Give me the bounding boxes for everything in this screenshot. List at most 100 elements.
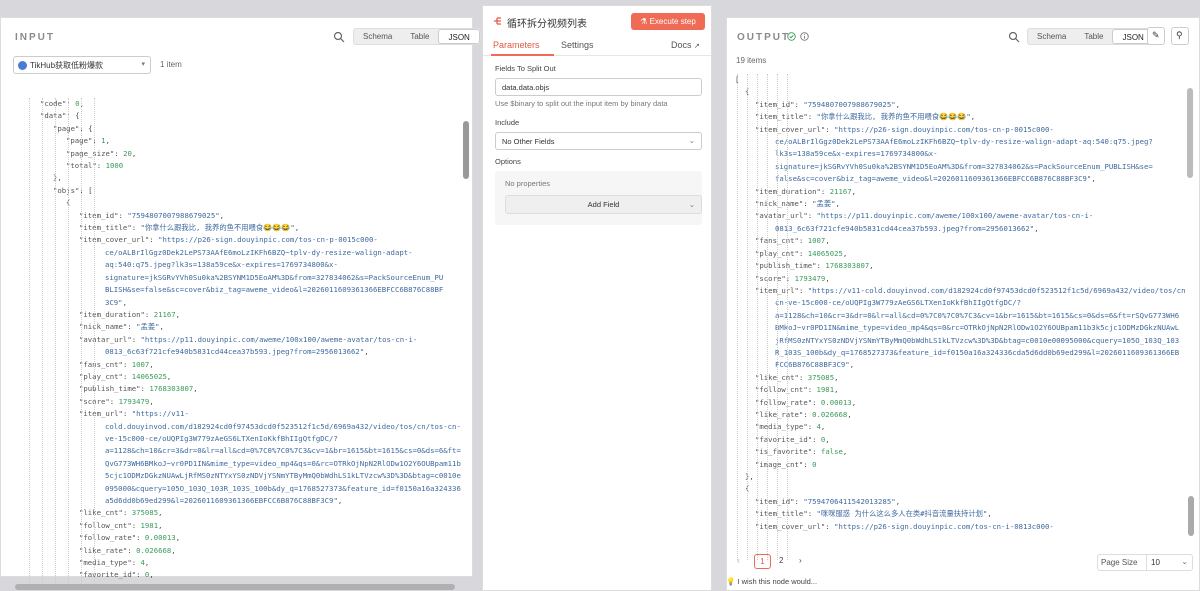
tab-table[interactable]: Table [401, 29, 438, 44]
prev-page-button[interactable]: ‹ [737, 556, 740, 565]
no-properties-text: No properties [505, 179, 551, 188]
json-punct: : [131, 558, 141, 568]
tab-parameters[interactable]: Parameters [493, 40, 540, 50]
json-value: 1793479 [118, 396, 150, 406]
json-punct: , [970, 112, 976, 122]
json-value: 375085 [131, 508, 159, 518]
pin-data-button[interactable]: ⚲ [1171, 27, 1189, 45]
indent-guide [29, 98, 30, 591]
execute-step-label: Execute step [649, 17, 696, 26]
json-value: 3C9" [105, 297, 123, 307]
execute-step-button[interactable]: ⚗ Execute step [631, 13, 705, 30]
json-value: a=1128&ch=10&cr=3&dr=0&lr=all&cd=0%7C0%7… [105, 446, 461, 456]
json-key: "item_title" [755, 112, 808, 122]
json-punct: : [825, 521, 835, 531]
json-value: 0813_6c63f721cfe940b5831cd44cea37b593.jp… [105, 347, 365, 357]
json-punct: : [136, 570, 145, 580]
json-value: "https://p26-sign.douyinpic.com/tos-cn-p… [834, 124, 1054, 134]
json-value: aq:540:q75.jpeg?lk3s=138a59ce&x-expires=… [105, 260, 338, 270]
bulb-icon: 💡 [726, 577, 738, 586]
info-icon[interactable] [800, 32, 809, 41]
input-vertical-scrollbar[interactable] [463, 121, 469, 179]
json-value: "https://v11-cold.douyinvod.com/d182924c… [807, 285, 1185, 295]
json-punct: : [114, 148, 124, 158]
tab-schema[interactable]: Schema [354, 29, 401, 44]
json-key: "follow_rate" [755, 397, 813, 407]
split-node-icon [494, 17, 501, 25]
page-size-select[interactable]: 10 ⌄ [1146, 555, 1192, 570]
json-line: "item_id": "7594807007988679025", [735, 99, 1185, 111]
json-punct: : [807, 385, 817, 395]
fields-to-split-input[interactable]: data.data.objs [495, 78, 702, 96]
json-punct: , [869, 261, 874, 271]
input-node-select[interactable]: TikHub获取低粉爆款 ▾ [13, 56, 151, 74]
json-value: jRfMS0zNTYxYS0zNDVjYSNmYTByMmQ0bWdhLS1kL… [775, 335, 1180, 345]
indent-guide [767, 74, 768, 560]
json-line: "item_duration": 21167, [735, 186, 1185, 198]
json-key: "item_id" [755, 99, 795, 109]
next-page-button[interactable]: › [799, 556, 802, 565]
page-1-button[interactable]: 1 [754, 554, 771, 569]
page-2-button[interactable]: 2 [779, 556, 783, 565]
json-punct: , [835, 199, 840, 209]
input-horizontal-scrollbar[interactable] [15, 584, 455, 590]
json-value: a=1128&ch=10&cr=3&dr=0&lr=all&cd=0%7C0%7… [775, 310, 1180, 320]
tab-schema[interactable]: Schema [1028, 29, 1075, 44]
json-punct: : [798, 285, 808, 295]
json-punct: , [294, 223, 300, 233]
output-vertical-scrollbar[interactable] [1187, 88, 1193, 178]
docs-link[interactable]: Docs ↗ [671, 40, 700, 50]
tab-table[interactable]: Table [1075, 29, 1112, 44]
json-value: "https://p26-sign.douyinpic.com/tos-cn-i… [834, 521, 1054, 531]
json-line: "media_type": 4, [735, 421, 1185, 433]
feedback-link[interactable]: 💡 I wish this node would... [726, 577, 817, 586]
json-value: 1981 [140, 520, 159, 530]
json-line: 0813_6c63f721cfe940b5831cd44cea37b593.jp… [735, 223, 1185, 235]
json-line: "item_cover_url": "https://p26-sign.douy… [735, 124, 1185, 136]
json-punct: , [842, 248, 848, 258]
json-punct: , [175, 533, 181, 543]
node-globe-icon [18, 61, 27, 70]
tab-settings[interactable]: Settings [561, 40, 594, 50]
json-line: "item_cover_url": "https://p26-sign.douy… [735, 521, 1185, 533]
json-value: 1007 [807, 236, 826, 246]
add-field-button[interactable]: Add Field ⌄ [505, 195, 702, 214]
json-value: 14065025 [807, 248, 843, 258]
output-scroll-thumb[interactable] [1188, 496, 1194, 536]
json-line: "follow_cnt": 1981, [735, 384, 1185, 396]
json-key: "data" [40, 111, 67, 121]
json-key: "item_cover_url" [755, 521, 826, 531]
json-key: "nick_name" [79, 322, 128, 332]
json-value: "https://p26-sign.douyinpic.com/tos-cn-p… [158, 235, 378, 245]
include-label: Include [495, 118, 520, 127]
json-punct: , [159, 322, 164, 332]
json-key: "favorite_id" [755, 434, 813, 444]
json-punct: , [149, 570, 154, 580]
json-value: 0.00013 [820, 397, 852, 407]
json-value: 21167 [153, 309, 176, 319]
json-punct: : [131, 223, 141, 233]
json-value: a5d6dd0b69ed299&l=2026011609361366EBFCC6… [105, 496, 338, 505]
edit-output-button[interactable]: ✎ [1147, 27, 1165, 45]
search-icon[interactable] [333, 31, 345, 43]
json-punct: , [849, 360, 855, 370]
json-punct: , [820, 422, 826, 432]
json-value: cold.douyinvod.com/d182924cd0f97453dcd0f… [105, 421, 461, 431]
search-icon[interactable] [1008, 31, 1020, 43]
json-value: "你拿什么跟我比, 我养的鱼不用喂食😂😂😂" [816, 112, 971, 122]
json-value: "https://p11.douyinpic.com/aweme/100x100… [816, 211, 1094, 221]
json-value: QvG773WH6BMkoJ~vr0PD1IN&mime_type=video_… [105, 458, 461, 468]
json-punct: , [131, 148, 137, 158]
include-select[interactable]: No Other Fields ⌄ [495, 132, 702, 150]
json-value: 0.026668 [812, 409, 848, 419]
json-punct: , [364, 347, 369, 357]
json-line: BMkoJ~vr0PD1IN&mime_type=video_mp4&qs=0&… [735, 322, 1185, 334]
input-view-switch: Schema Table JSON [353, 28, 481, 45]
json-key: "page_size" [66, 148, 115, 158]
json-value: 5cjc1ODMzDGkzNUAwLjRfMS0zNTYxYS0zNDVjYSN… [105, 471, 461, 481]
json-line: "follow_rate": 0.00013, [735, 397, 1185, 409]
json-line: false&sc=cover&biz_tag=aweme_video&l=202… [735, 173, 1185, 185]
json-punct: , [825, 273, 830, 283]
page-size-control: Page Size 10 ⌄ [1097, 554, 1193, 571]
tab-json[interactable]: JSON [438, 29, 480, 44]
